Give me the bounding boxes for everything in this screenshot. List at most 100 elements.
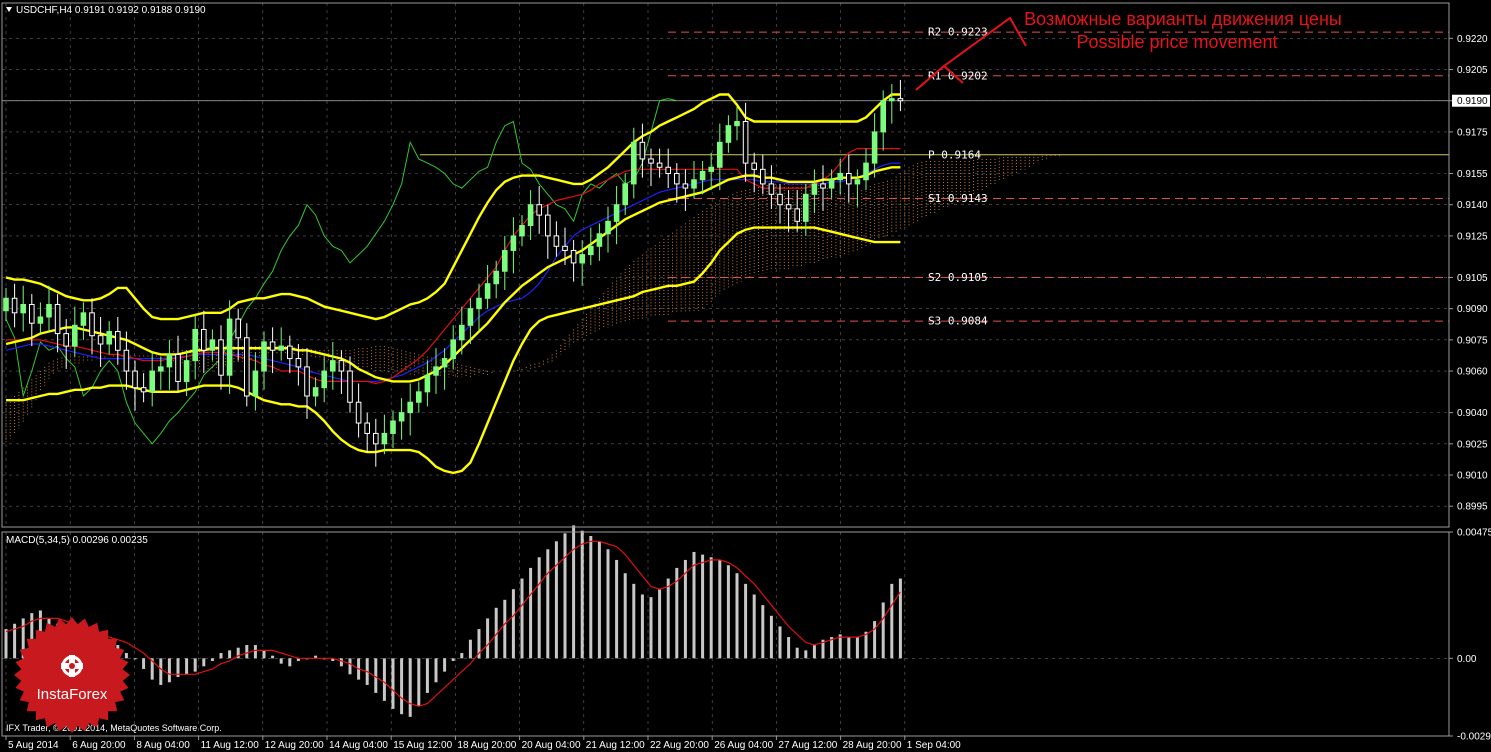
macd-histogram-bar — [580, 530, 584, 659]
macd-histogram-bar — [400, 658, 404, 715]
bullish-candle — [863, 162, 869, 181]
macd-histogram-bar — [881, 602, 885, 659]
bearish-candle — [682, 183, 689, 189]
bullish-candle — [725, 125, 732, 143]
x-tick-label: 14 Aug 04:00 — [329, 740, 388, 751]
macd-histogram-bar — [210, 658, 214, 661]
macd-histogram-bar — [546, 549, 550, 659]
y-tick-label: 0.9205 — [1457, 65, 1488, 76]
y-tick-label: 0.9075 — [1457, 335, 1488, 346]
bearish-candle — [794, 208, 801, 222]
level-label-s1: S1 0.9143 — [928, 192, 988, 205]
bullish-candle — [484, 283, 491, 299]
current-price-label: 0.9190 — [1457, 96, 1488, 107]
x-tick-label: 6 Aug 20:00 — [72, 740, 126, 751]
bullish-candle — [390, 420, 396, 434]
bullish-candle — [261, 341, 267, 372]
bearish-candle — [115, 331, 121, 351]
bullish-candle — [321, 370, 327, 389]
x-tick-label: 15 Aug 12:00 — [393, 740, 452, 751]
bearish-candle — [11, 297, 18, 314]
macd-histogram-bar — [855, 637, 859, 659]
macd-histogram-bar — [898, 578, 902, 659]
bearish-candle — [656, 162, 663, 168]
bearish-candle — [244, 337, 250, 397]
bearish-candle — [63, 333, 70, 347]
macd-histogram-bar — [761, 605, 765, 659]
bullish-candle — [803, 193, 809, 222]
bullish-candle — [699, 170, 706, 181]
bullish-candle — [330, 360, 336, 372]
macd-histogram-bar — [597, 541, 601, 659]
macd-histogram-bar — [640, 594, 644, 659]
bearish-candle — [97, 335, 104, 345]
bullish-candle — [106, 331, 113, 345]
bullish-candle — [209, 339, 216, 351]
bearish-candle — [140, 387, 147, 393]
bullish-candle — [631, 141, 637, 185]
bullish-candle — [398, 412, 405, 422]
macd-y-tick-label: -0.00292 — [1457, 732, 1491, 743]
bearish-candle — [570, 249, 577, 264]
macd-histogram-bar — [787, 637, 791, 659]
macd-histogram-bar — [142, 658, 146, 669]
bearish-candle — [175, 353, 181, 382]
bearish-candle — [123, 349, 130, 372]
macd-histogram-bar — [769, 615, 773, 659]
bearish-candle — [295, 358, 302, 368]
bullish-candle — [416, 391, 422, 403]
bearish-candle — [235, 318, 241, 339]
bearish-candle — [536, 204, 543, 216]
bullish-candle — [889, 98, 895, 102]
macd-y-tick-label: 0.00475 — [1457, 528, 1491, 539]
macd-histogram-bar — [606, 549, 610, 659]
bullish-candle — [226, 318, 233, 376]
macd-histogram-bar — [219, 653, 223, 659]
macd-histogram-bar — [339, 658, 343, 667]
bearish-candle — [304, 366, 310, 397]
bullish-candle — [312, 387, 319, 397]
x-tick-label: 20 Aug 04:00 — [522, 740, 581, 751]
macd-histogram-bar — [503, 599, 507, 659]
macd-histogram-bar — [804, 650, 808, 659]
macd-histogram-bar — [812, 645, 816, 659]
bearish-candle — [742, 121, 749, 164]
macd-histogram-bar — [460, 653, 464, 659]
macd-histogram-bar — [873, 621, 877, 659]
bullish-candle — [3, 297, 9, 312]
macd-histogram-bar — [124, 653, 128, 659]
bearish-candle — [639, 141, 646, 160]
bullish-candle — [252, 370, 259, 397]
bearish-candle — [760, 168, 766, 185]
bullish-candle — [381, 432, 388, 445]
macd-histogram-bar — [589, 535, 593, 659]
bearish-candle — [777, 193, 783, 206]
bearish-candle — [751, 162, 758, 170]
y-tick-label: 0.9220 — [1457, 34, 1488, 45]
macd-histogram-bar — [374, 658, 378, 693]
bullish-candle — [450, 339, 456, 360]
bearish-candle — [201, 328, 207, 351]
bullish-candle — [691, 179, 697, 189]
macd-histogram-bar — [159, 658, 163, 685]
x-tick-label: 26 Aug 04:00 — [714, 740, 773, 751]
macd-histogram-bar — [262, 650, 266, 659]
bullish-candle — [622, 183, 629, 206]
macd-histogram-bar — [4, 629, 8, 659]
macd-histogram-bar — [847, 637, 851, 659]
macd-histogram-bar — [752, 594, 756, 659]
y-tick-label: 0.9090 — [1457, 304, 1488, 315]
bullish-candle — [192, 328, 198, 362]
bearish-candle — [648, 158, 654, 164]
macd-header: MACD(5,34,5) 0.00296 0.00235 — [6, 535, 148, 546]
macd-histogram-bar — [572, 525, 576, 659]
macd-histogram-bar — [228, 650, 232, 659]
bullish-candle — [493, 270, 499, 285]
trading-chart[interactable]: R2 0.9223R1 0.9202P 0.9164S1 0.9143S2 0.… — [0, 0, 1491, 752]
macd-y-tick-label: 0.00 — [1457, 654, 1477, 665]
macd-histogram-bar — [701, 554, 705, 659]
bullish-candle — [527, 204, 534, 226]
bullish-candle — [854, 179, 861, 185]
macd-histogram-bar — [185, 658, 189, 675]
macd-histogram-bar — [408, 658, 412, 717]
